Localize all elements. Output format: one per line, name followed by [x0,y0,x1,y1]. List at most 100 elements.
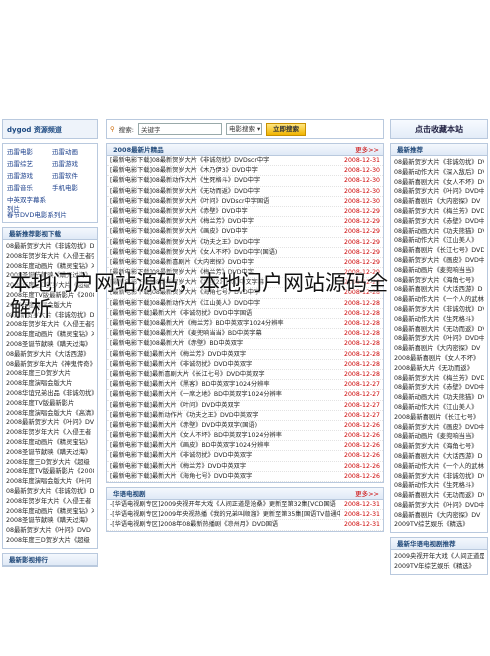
news-row[interactable]: [最新电影下载]最新喜剧大片《长江七号》DVD中英双字 2008-12-28 [107,370,383,381]
latest-item[interactable]: 08最新贺岁年大片《神鬼传奇》 [6,360,94,370]
news-row[interactable]: [最新电影下载]最新大片《黑客》BD中英双字1024分辨率 2008-12-27 [107,380,383,391]
recommend-item[interactable]: 08最新喜剧片《大内密探》DV [394,511,484,521]
news-row[interactable]: [最新电影下载]最新动作片《功夫之王》DVD中英双字 2008-12-27 [107,411,383,421]
category-link[interactable]: 迅雷电影 [7,148,48,157]
recommend-item[interactable]: 08最新动作大片《生死格斗》 [394,481,484,491]
row-title[interactable]: [最新电影下载]08最新大片《麦兜响当当》BD中英字幕 [110,329,340,338]
category-link[interactable]: 中英双字幕系列片 [7,196,48,213]
latest-item[interactable]: 2008年度演唱会版大片 [6,379,94,389]
recommend-item[interactable]: 08最新贺岁大片《非诚勿扰》DV [394,158,484,168]
row-title[interactable]: [最新电影下载]08最新贺岁大片《梅兰芳》DVD中字 [110,217,340,226]
recommend-item[interactable]: 08最新动画片《麦兜响当当》 [394,432,484,442]
category-link[interactable]: 迅雷软件 [52,172,93,181]
recommend-item[interactable]: 2008最新喜剧片《长江七号》 [394,413,484,423]
row-title[interactable]: [最新电影下载]最新大片《黑客》BD中英双字1024分辨率 [110,380,340,389]
latest-item[interactable]: 08最新贺岁大片《非诚勿扰》DV [6,487,94,497]
row-title[interactable]: [最新电影下载]最新大片《叶问》DVD中英双字 [110,401,340,410]
right-bottom-item[interactable]: 2009央视开年大戏《人间正道是 [394,552,484,562]
news-row[interactable]: [最新电影下载]最新大片《梅兰芳》DVD中英双字 2008-12-26 [107,462,383,472]
news-row[interactable]: -[华语电视剧专区]2008年08最新热播剧《凉州月》DVD国语 2008-12-… [107,520,383,531]
news-row[interactable]: [最新电影下载]08最新贺岁大片《女人不坏》DVD中字(国语) 2008-12-2… [107,248,383,258]
latest-item[interactable]: 2008年度动画片《精灵宝钻》冲 [6,330,94,340]
right-bottom-item[interactable]: 2009TV年综艺娱乐《精选》 [394,562,484,572]
row-title[interactable]: -[华语电视剧专区]2009年央视热播《我的兄弟叫顺溜》更新至第35集[国语TV… [110,510,340,519]
recommend-item[interactable]: 08最新贺岁大片《赤壁》DVD中 [394,383,484,393]
row-title[interactable]: [最新电影下载]最新喜剧大片《长江七号》DVD中英双字 [110,370,340,379]
row-title[interactable]: [最新电影下载]最新动作片《功夫之王》DVD中英双字 [110,411,340,420]
search-button[interactable]: 立即搜索 [265,122,306,136]
recommend-item[interactable]: 08最新喜剧大片《大话西游》D [394,452,484,462]
recommend-item[interactable]: 08最新喜剧大片《无功而返》DV [394,491,484,501]
news-row[interactable]: [最新电影下载]08最新贺岁大片《非诚勿扰》DVDscr中字 2008-12-31 [107,156,383,167]
row-title[interactable]: [最新电影下载]最新大片《一席之地》BD中英双字1024分辨率 [110,390,340,399]
news-row[interactable]: [最新电影下载]最新大片《画皮》BD中英双字1024分辨率 2008-12-26 [107,441,383,452]
category-link[interactable]: 迅雷音乐 [7,184,48,193]
news-row[interactable]: [最新电影下载]08最新大片《赤壁》BD中英双字 2008-12-28 [107,339,383,350]
recommend-item[interactable]: 08最新贺岁大片《梅兰芳》DVD [394,207,484,217]
latest-item[interactable]: 2008年度TV版最新影片 [6,399,94,409]
latest-item[interactable]: 2008年度动画片《精灵宝钻》冲 [6,507,94,517]
news-more-link[interactable]: 更多>> [355,144,379,155]
search-type-select[interactable]: 电影搜索 ▾ [225,123,262,135]
row-title[interactable]: [最新电影下载]最新大片《画皮》BD中英双字1024分辨率 [110,441,340,450]
row-title[interactable]: -[华语电视剧专区]2008年08最新热播剧《凉州月》DVD国语 [110,520,340,529]
news-row[interactable]: [最新电影下载]08最新喜剧片《大内密探》DVD中字 2008-12-29 [107,258,383,269]
latest-item[interactable]: 2008圣诞节献映《瞒天过海》 [6,340,94,350]
news-row[interactable]: [最新电影下载]08最新动作大片《生死格斗》DVD中字 2008-12-30 [107,176,383,187]
recommend-item[interactable]: 2008最新大片《无功而返》 [394,364,484,374]
news-row[interactable]: [最新电影下载]最新大片《非诚勿扰》DVD中英双字 2008-12-28 [107,360,383,370]
recommend-item[interactable]: 2008最新喜剧片《女人不坏》 [394,354,484,364]
recommend-item[interactable]: 08最新喜剧大片《女人不坏》DV [394,178,484,188]
recommend-item[interactable]: 08最新贺岁大片《梅兰芳》DVD [394,374,484,384]
recommend-item[interactable]: 08最新贺岁大片《画皮》DVD中 [394,423,484,433]
recommend-item[interactable]: 08最新动画大片《功夫熊猫》DV [394,227,484,237]
category-link[interactable]: 迅雷动画 [52,148,93,157]
latest-item[interactable]: 2008年度演唱会版大片《叶问 [6,477,94,487]
row-title[interactable]: [最新电影下载]最新大片《非诚勿扰》DVD中英双字 [110,360,340,369]
recommend-item[interactable]: 08最新贺岁大片《叶问》DVD中 [394,334,484,344]
news-row[interactable]: -[华语电视剧专区]2009央视开年大戏《人间正道是沧桑》更新至第32集[VCD… [107,500,383,511]
category-link[interactable]: 手机电影 [52,184,93,193]
news-row[interactable]: [最新电影下载]最新大片《叶问》DVD中英双字 2008-12-27 [107,401,383,411]
row-title[interactable]: [最新电影下载]最新大片《赤壁》DVD中英双字(国语) [110,421,340,430]
latest-item[interactable]: 08最新贺岁大片《叶问》DVD [6,526,94,536]
site-logo[interactable]: dygod 资源频道 [2,119,98,139]
news-row[interactable]: [最新电影下载]最新大片《非诚勿扰》DVD中英双字 2008-12-26 [107,451,383,462]
latest-item[interactable]: 2008年贺岁年大片《入侵王者 [6,428,94,438]
latest-item[interactable]: 2008圣诞节献映《瞒天过海》 [6,448,94,458]
row-title[interactable]: -[华语电视剧专区]2009央视开年大戏《人间正道是沧桑》更新至第32集[VCD… [110,500,340,509]
recommend-item[interactable]: 08最新动作大片《江山美人》 [394,236,484,246]
category-link[interactable]: 迅雷游戏 [52,160,93,169]
news-row[interactable]: [最新电影下载]08最新贺岁大片《木乃伊3》DVD中字 2008-12-30 [107,166,383,177]
category-link[interactable]: 迅雷游戏 [7,172,48,181]
recommend-item[interactable]: 08最新动作大片《深入敌后》DV [394,168,484,178]
latest-item[interactable]: 2008华谊兄弟出品《非诚勿扰》 [6,389,94,399]
row-title[interactable]: [最新电影下载]08最新贺岁大片《画皮》DVD中字 [110,227,340,236]
recommend-item[interactable]: 08最新贺岁大片《叶问》DVD中 [394,187,484,197]
row-title[interactable]: [最新电影下载]最新大片《梅兰芳》DVD中英双字 [110,350,340,359]
news-row[interactable]: [最新电影下载]08最新贺岁大片《赤壁》DVD中字 2008-12-29 [107,207,383,218]
recommend-item[interactable]: 08最新贺岁大片《画皮》DVD中 [394,256,484,266]
row-title[interactable]: [最新电影下载]08最新贺岁大片《木乃伊3》DVD中字 [110,166,340,175]
news-row[interactable]: [最新电影下载]08最新大片《麦兜响当当》BD中英字幕 2008-12-28 [107,329,383,340]
row-title[interactable]: [最新电影下载]08最新贺岁大片《功夫之王》DVD中字 [110,238,340,247]
row-title[interactable]: [最新电影下载]最新大片《非诚勿扰》DVD中英双字 [110,451,340,460]
latest-item[interactable]: 2008年贺岁年大片《入侵王者强 [6,252,94,262]
recommend-item[interactable]: 08最新贺岁大片《赤壁》DVD中 [394,217,484,227]
recommend-item[interactable]: 08最新动作大片《江山美人》 [394,403,484,413]
bookmark-button[interactable]: 点击收藏本站 [390,119,488,139]
recommend-item[interactable]: 2009TV综艺娱乐《精选》 [394,520,484,530]
news-row[interactable]: [最新电影下载]最新大片《女人不坏》BD中英双字1024分辨率 2008-12-2… [107,431,383,442]
news-row[interactable]: [最新电影下载]最新大片《一席之地》BD中英双字1024分辨率 2008-12-2… [107,390,383,401]
latest-item[interactable]: 2008年度三D贺岁大片 [6,369,94,379]
row-title[interactable]: [最新电影下载]08最新贺岁大片《女人不坏》DVD中字(国语) [110,248,340,257]
news-row[interactable]: [最新电影下载]08最新贺岁大片《功夫之王》DVD中字 2008-12-29 [107,238,383,248]
latest-item[interactable]: 2008年度动画片《精灵宝钻》 [6,438,94,448]
news-row[interactable]: [最新电影下载]最新大片《赤壁》DVD中英双字(国语) 2008-12-26 [107,421,383,432]
latest-item[interactable]: 2008年度三D贺岁大片《超级 [6,458,94,468]
latest-item[interactable]: 2008年贺岁年大片《入侵王者 [6,497,94,507]
news-row[interactable]: [最新电影下载]08最新贺岁大片《叶问》DVDscr中字国语 2008-12-30 [107,197,383,207]
latest-item[interactable]: 2008圣诞节献映《瞒天过海》 [6,516,94,526]
news-row[interactable]: [最新电影下载]08最新贺岁大片《画皮》DVD中字 2008-12-29 [107,227,383,238]
category-link[interactable]: 迅雷综艺 [7,160,48,169]
